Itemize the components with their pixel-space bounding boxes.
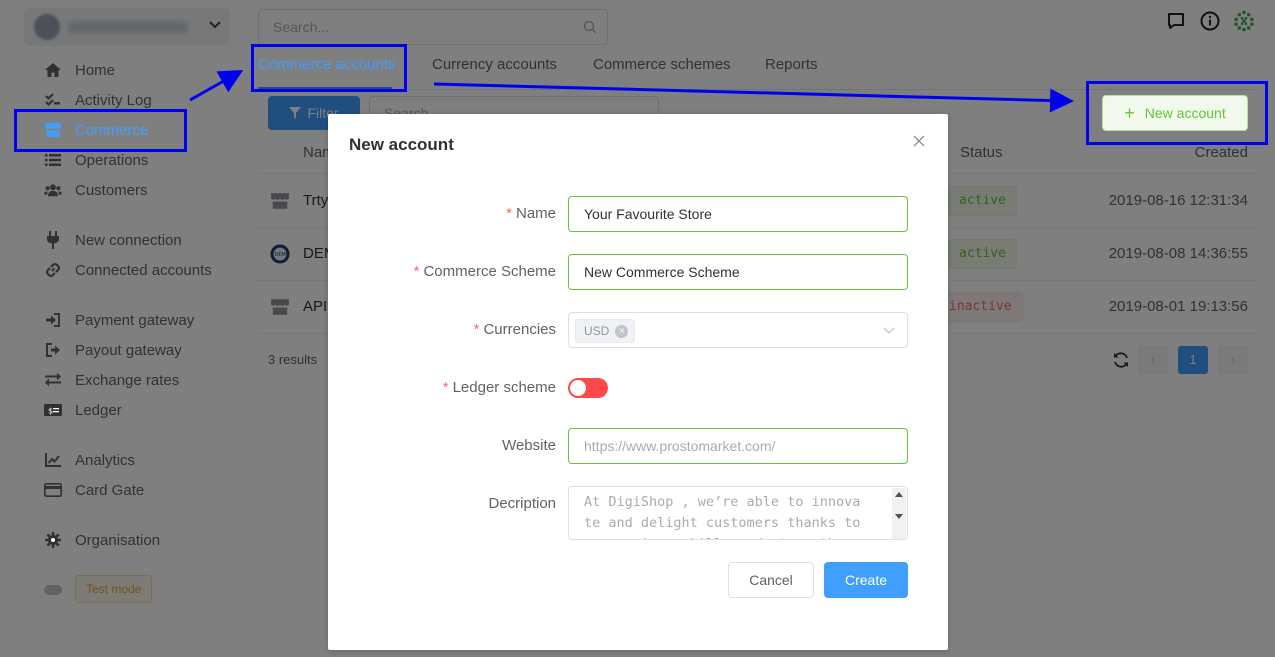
sidebar-item-payout-gateway[interactable]: Payout gateway (44, 338, 182, 362)
sidebar-item-payment-gateway[interactable]: Payment gateway (44, 308, 194, 332)
sidebar-item-label: New connection (75, 231, 182, 249)
sidebar-item-label: Operations (75, 151, 149, 169)
sidebar-item-ledger[interactable]: $ Ledger (44, 398, 122, 422)
sidebar-item-label: Home (75, 61, 116, 79)
toggle-knob (570, 380, 586, 396)
field-label: * Name (506, 205, 556, 222)
sidebar-item-analytics[interactable]: Analytics (44, 448, 135, 472)
svg-text:$: $ (48, 407, 53, 416)
sidebar-item-card-gate[interactable]: Card Gate (44, 478, 144, 502)
sidebar-item-connected-accounts[interactable]: Connected accounts (44, 258, 212, 282)
currency-tag-label: USD (584, 324, 610, 338)
new-account-button-label: New account (1144, 105, 1226, 121)
home-icon (44, 61, 62, 79)
sidebar-item-label: Activity Log (75, 91, 152, 109)
sidebar-item-operations[interactable]: Operations (44, 148, 148, 172)
store-icon (44, 121, 62, 139)
sidebar-item-label: Analytics (75, 451, 136, 469)
sidebar-item-label: Card Gate (75, 481, 145, 499)
tab-commerce-schemes[interactable]: Commerce schemes (593, 56, 731, 73)
currencies-select[interactable]: USD × (568, 312, 908, 348)
textarea-scrollbar[interactable] (892, 488, 906, 539)
sidebar-item-commerce[interactable]: Commerce (44, 118, 148, 142)
cancel-button[interactable]: Cancel (728, 562, 814, 598)
sidebar-item-label: Payment gateway (75, 311, 195, 329)
ledger-scheme-toggle[interactable] (568, 378, 608, 398)
website-field[interactable]: https://www.prostomarket.com/ (568, 428, 908, 464)
sidebar-item-activity-log[interactable]: Activity Log (44, 88, 152, 112)
sign-in-icon (44, 311, 62, 329)
close-icon[interactable]: × (615, 324, 629, 338)
field-label: Website (502, 437, 556, 454)
currency-tag: USD × (575, 319, 636, 343)
field-label: Decription (488, 495, 556, 512)
form-row-currencies: * Currencies USD × (328, 312, 948, 348)
form-row-website: Website https://www.prostomarket.com/ (328, 428, 948, 464)
sidebar-item-label: Exchange rates (75, 371, 180, 389)
tab-currency-accounts[interactable]: Currency accounts (432, 56, 557, 73)
field-label: * Ledger scheme (442, 379, 556, 396)
sign-out-icon (44, 341, 62, 359)
close-icon[interactable] (912, 134, 926, 148)
gear-icon (44, 531, 62, 549)
description-textarea[interactable]: At DigiShop , we’re able to innova te an… (568, 486, 908, 540)
tab-commerce-accounts[interactable]: Commerce accounts (258, 56, 396, 73)
dialog-title: New account (349, 135, 454, 154)
users-icon (44, 181, 62, 199)
sidebar-item-customers[interactable]: Customers (44, 178, 148, 202)
money-icon: $ (44, 401, 62, 419)
card-icon (44, 481, 62, 499)
form-row-name: * Name Your Favourite Store (328, 196, 948, 232)
tab-reports[interactable]: Reports (765, 56, 818, 73)
form-row-description: Decription At DigiShop , we’re able to i… (328, 486, 948, 540)
sidebar-item-exchange-rates[interactable]: Exchange rates (44, 368, 179, 392)
chevron-down-icon (883, 327, 895, 334)
exchange-icon (44, 371, 62, 389)
checklist-icon (44, 91, 62, 109)
plus-icon: + (1124, 103, 1135, 123)
sidebar-item-organisation[interactable]: Organisation (44, 528, 160, 552)
sidebar-item-label: Payout gateway (75, 341, 182, 359)
name-field[interactable]: Your Favourite Store (568, 196, 908, 232)
sidebar-item-label: Commerce (75, 121, 149, 139)
new-account-dialog: New account * Name Your Favourite Store *… (328, 114, 948, 650)
sidebar-item-label: Connected accounts (75, 261, 212, 279)
sidebar-item-label: Organisation (75, 531, 161, 549)
sidebar-item-home[interactable]: Home (44, 58, 115, 82)
plug-icon (44, 231, 62, 249)
field-label: * Commerce Scheme (413, 263, 556, 280)
sidebar-item-label: Customers (75, 181, 148, 199)
link-icon (44, 261, 62, 279)
commerce-scheme-field[interactable]: New Commerce Scheme (568, 254, 908, 290)
field-label: * Currencies (473, 321, 556, 338)
create-button[interactable]: Create (824, 562, 908, 598)
sidebar-item-label: Ledger (75, 401, 122, 419)
new-account-button[interactable]: + New account (1102, 95, 1248, 131)
description-placeholder: At DigiShop , we’re able to innova te an… (584, 494, 861, 539)
list-icon (44, 151, 62, 169)
chart-icon (44, 451, 62, 469)
form-row-ledger-scheme: * Ledger scheme (328, 370, 948, 406)
form-row-commerce-scheme: * Commerce Scheme New Commerce Scheme (328, 254, 948, 290)
sidebar-item-new-connection[interactable]: New connection (44, 228, 182, 252)
